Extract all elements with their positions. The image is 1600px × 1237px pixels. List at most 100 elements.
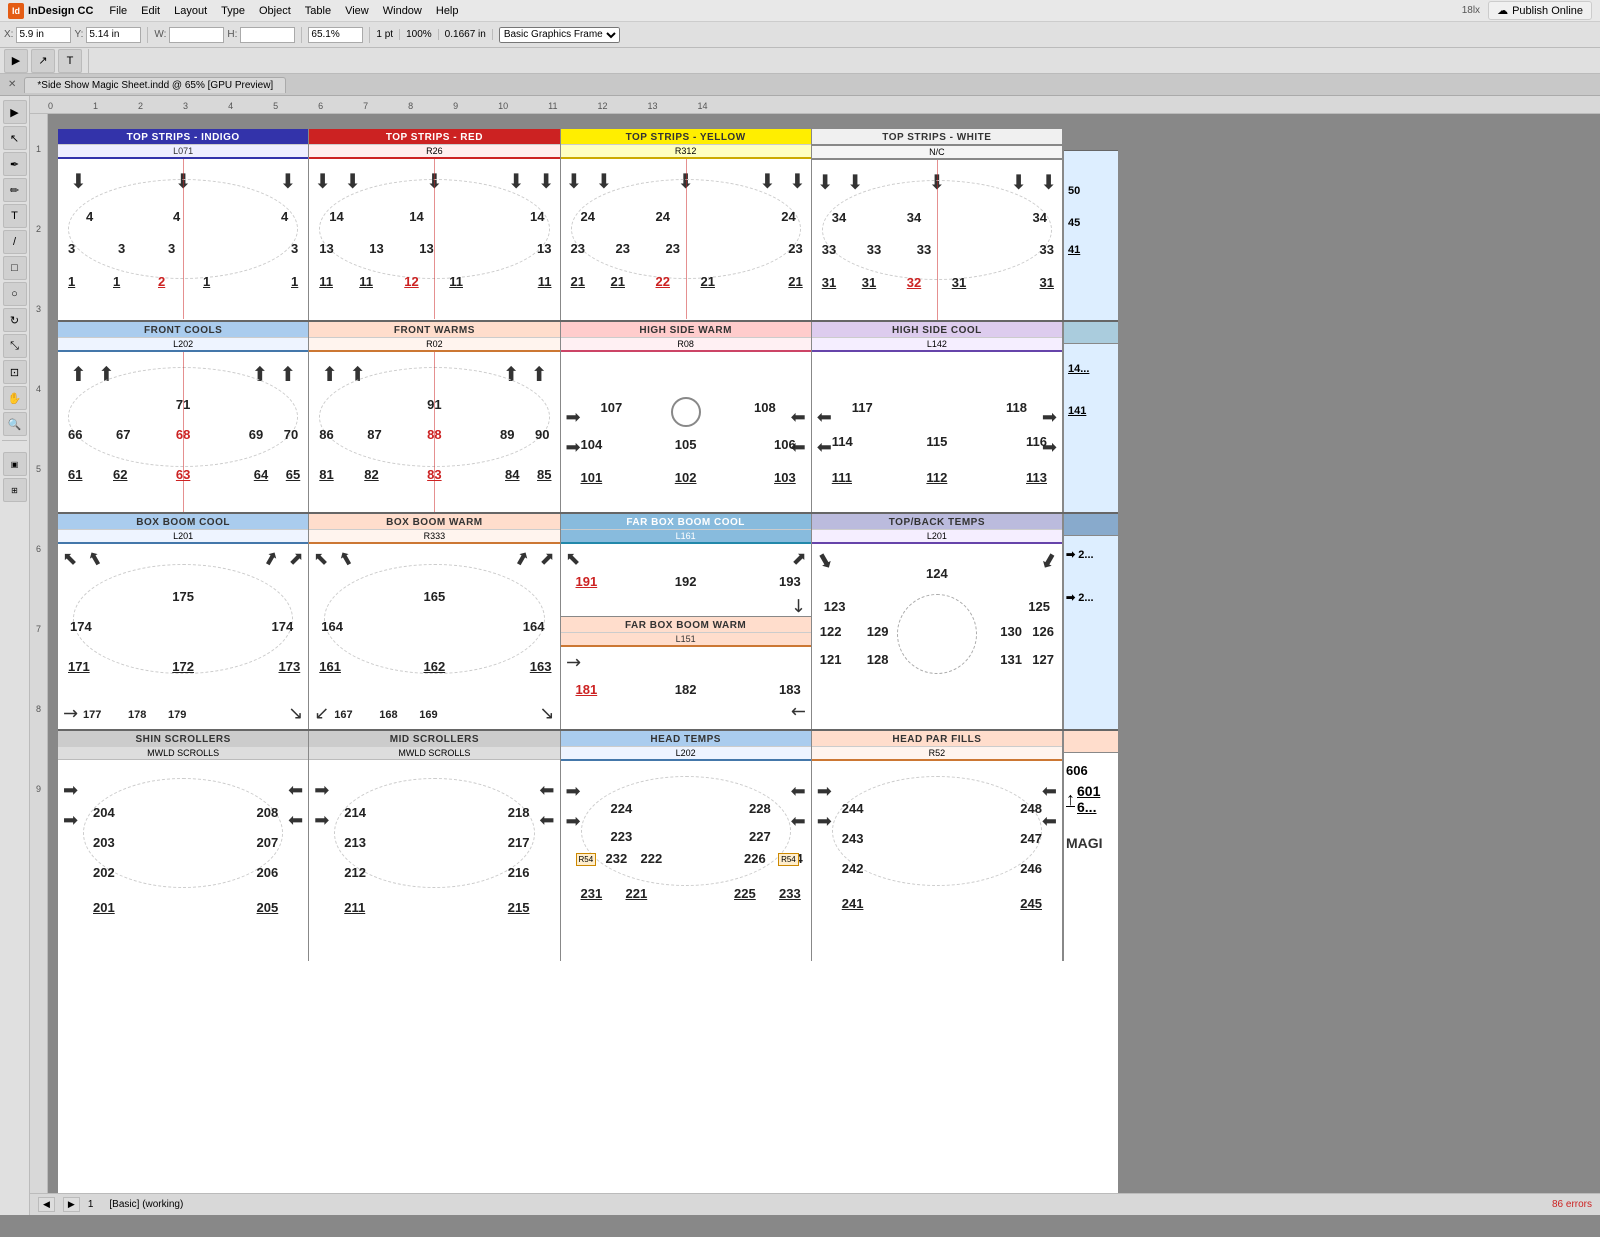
menu-layout[interactable]: Layout <box>168 3 213 19</box>
num-31b: 31 <box>862 275 876 290</box>
num-232: 232 <box>606 851 628 866</box>
publish-icon: ☁ <box>1497 4 1508 17</box>
menu-edit[interactable]: Edit <box>135 3 166 19</box>
zoom-input[interactable] <box>308 27 363 43</box>
panel-title: FRONT COOLS <box>58 322 308 338</box>
center-line <box>434 352 435 512</box>
panel-body: ⬅ ⬅ ➡ ➡ 117 118 114 115 116 111 112 <box>812 352 1062 512</box>
tool-type[interactable]: T <box>3 204 27 228</box>
position-group: X: Y: <box>4 27 148 43</box>
num-168: 168 <box>379 709 397 721</box>
tool-arrow[interactable]: ↗ <box>31 49 55 73</box>
offset-group: 0.1667 in <box>445 29 493 40</box>
num-244: 244 <box>842 801 864 816</box>
num-85: 85 <box>537 467 551 482</box>
panel-head-temps: HEAD TEMPS L202 ➡ ⬅ ➡ ⬅ 224 228 223 <box>561 731 812 961</box>
tool-pointer[interactable]: ▶ <box>3 100 27 124</box>
menu-window[interactable]: Window <box>377 3 428 19</box>
num-193: 193 <box>779 574 801 589</box>
tool-scale[interactable]: ⤡ <box>3 334 27 358</box>
partial-header <box>1064 322 1118 344</box>
arrow-1: ⬆ <box>70 362 87 387</box>
num-227: 227 <box>749 829 771 844</box>
num-105: 105 <box>675 437 697 452</box>
arrow-l1: ⬅ <box>791 407 806 428</box>
num-164a: 164 <box>321 619 343 634</box>
h-label: H: <box>227 29 237 40</box>
panel-code: R333 <box>309 530 559 544</box>
h-input[interactable] <box>240 27 295 43</box>
menu-view[interactable]: View <box>339 3 375 19</box>
num-21d: 21 <box>788 274 802 289</box>
tool-zoom[interactable]: 🔍 <box>3 412 27 436</box>
tool-text[interactable]: T <box>58 49 82 73</box>
tool-line[interactable]: / <box>3 230 27 254</box>
tool-hand[interactable]: ✋ <box>3 386 27 410</box>
num-102: 102 <box>675 470 697 485</box>
next-page-btn[interactable]: ▶ <box>63 1197 80 1212</box>
tool-rect[interactable]: □ <box>3 256 27 280</box>
num-215: 215 <box>508 900 530 915</box>
panel-far-box-boom-cool: FAR BOX BOOM COOL L161 ⬆ ⬆ 191 192 193 ↗ <box>561 514 811 616</box>
partial-header <box>1064 514 1118 536</box>
arrow-r1: ➡ <box>817 781 832 802</box>
canvas-area[interactable]: 0 1 2 3 4 5 6 7 8 9 10 11 12 13 14 1 2 3… <box>30 96 1600 1215</box>
tool-ellipse[interactable]: ○ <box>3 282 27 306</box>
menu-type[interactable]: Type <box>215 3 251 19</box>
panel-body: ➡ ⬅ ➡ ⬅ 214 218 213 217 212 216 <box>309 760 559 960</box>
num-62: 62 <box>113 467 127 482</box>
num-24a: 24 <box>581 209 595 224</box>
menu-file[interactable]: File <box>103 3 133 19</box>
arrow-2: ↘ <box>785 699 810 725</box>
num-3c: 3 <box>168 241 175 256</box>
ruler-vertical: 1 2 3 4 5 6 7 8 9 <box>30 114 48 1215</box>
menu-object[interactable]: Object <box>253 3 297 19</box>
menu-help[interactable]: Help <box>430 3 465 19</box>
num-31d: 31 <box>1040 275 1054 290</box>
panel-body: ⬆ ⬆ ⬆ ⬆ 165 164 164 161 162 163 <box>309 544 559 729</box>
tool-rotate[interactable]: ↻ <box>3 308 27 332</box>
w-input[interactable] <box>169 27 224 43</box>
view-mode[interactable]: ⊞ <box>3 478 27 502</box>
y-input[interactable] <box>86 27 141 43</box>
prev-page-btn[interactable]: ◀ <box>38 1197 55 1212</box>
main-layout: ▶ ↖ ✒ ✏ T / □ ○ ↻ ⤡ ⊡ ✋ 🔍 ▣ ⊞ 0 1 2 3 4 … <box>0 96 1600 1215</box>
num-221: 221 <box>626 886 648 901</box>
panel-top-back-temps: TOP/BACK TEMPS L201 ⬇ ⬇ 124 123 125 122 <box>812 514 1063 729</box>
center-line <box>183 159 184 319</box>
menu-table[interactable]: Table <box>299 3 337 19</box>
fill-indicator[interactable]: ▣ <box>3 452 27 476</box>
num-162: 162 <box>424 659 446 674</box>
close-tab-btn[interactable]: ✕ <box>8 79 16 90</box>
num-34b: 34 <box>907 210 921 225</box>
tool-pen[interactable]: ✒ <box>3 152 27 176</box>
panel-top-strips-yellow: TOP STRIPS - YELLOW R312 ⬇ ⬇ ⬇ ⬇ ⬇ 24 24 <box>561 129 812 320</box>
num-225: 225 <box>734 886 756 901</box>
arrow-d2: ↘ <box>288 703 303 724</box>
error-count: 86 errors <box>1552 1199 1592 1210</box>
num-23c: 23 <box>666 241 680 256</box>
tool-select[interactable]: ▶ <box>4 49 28 73</box>
num-245: 245 <box>1020 896 1042 911</box>
num-117: 117 <box>852 400 873 415</box>
num-69: 69 <box>249 427 263 442</box>
panel-far-box-boom: FAR BOX BOOM COOL L161 ⬆ ⬆ 191 192 193 ↗ <box>561 514 812 729</box>
num-1b: 1 <box>113 274 120 289</box>
size-group: W: H: <box>154 27 302 43</box>
arrow-r2: ➡ <box>63 810 78 831</box>
tool-shear[interactable]: ⊡ <box>3 360 27 384</box>
publish-online-button[interactable]: ☁ Publish Online <box>1488 1 1592 20</box>
num-21a: 21 <box>571 274 585 289</box>
panel-code: L161 <box>561 530 811 544</box>
tools-group: ▶ ↗ T <box>4 49 89 73</box>
app-logo: Id InDesign CC <box>8 3 93 19</box>
num-224: 224 <box>611 801 633 816</box>
num-84: 84 <box>505 467 519 482</box>
frame-style-select[interactable]: Basic Graphics Frame <box>499 27 620 43</box>
document-tab[interactable]: *Side Show Magic Sheet.indd @ 65% [GPU P… <box>24 77 286 93</box>
tool-direct-select[interactable]: ↖ <box>3 126 27 150</box>
stroke-group: 1 pt <box>376 29 400 40</box>
center-line <box>686 159 687 319</box>
tool-pencil[interactable]: ✏ <box>3 178 27 202</box>
x-input[interactable] <box>16 27 71 43</box>
